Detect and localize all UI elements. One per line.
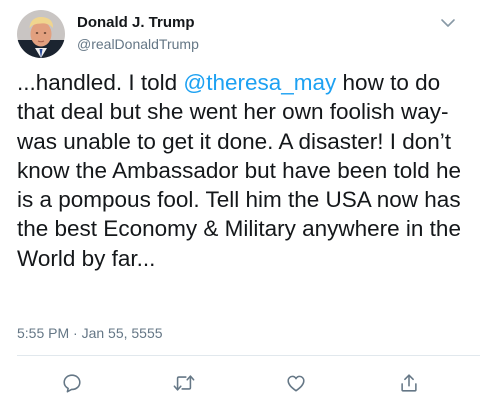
avatar-icon: [17, 10, 65, 58]
like-button[interactable]: [283, 370, 309, 396]
chevron-down-icon: [441, 19, 455, 27]
like-icon: [287, 375, 305, 392]
author-avatar[interactable]: [17, 10, 65, 58]
share-icon: [401, 374, 417, 392]
retweet-button[interactable]: [171, 370, 197, 396]
author-handle[interactable]: @realDonaldTrump: [77, 36, 199, 52]
mention-link[interactable]: @theresa_may: [183, 70, 336, 95]
reply-button[interactable]: [59, 370, 85, 396]
tweet-text-start: ...handled. I told: [17, 70, 184, 95]
tweet-timestamp[interactable]: 5:55 PM · Jan 55, 5555: [17, 325, 163, 341]
tweet-text-rest: how to do that deal but she went her own…: [17, 70, 462, 271]
retweet-icon: [173, 375, 195, 391]
more-options-button[interactable]: [437, 12, 459, 34]
action-divider: [17, 355, 480, 356]
share-button[interactable]: [396, 370, 422, 396]
author-display-name[interactable]: Donald J. Trump: [77, 14, 195, 31]
tweet-card: Donald J. Trump @realDonaldTrump ...hand…: [0, 0, 480, 410]
reply-icon: [63, 374, 81, 393]
tweet-text: ...handled. I told @theresa_may how to d…: [17, 68, 475, 273]
